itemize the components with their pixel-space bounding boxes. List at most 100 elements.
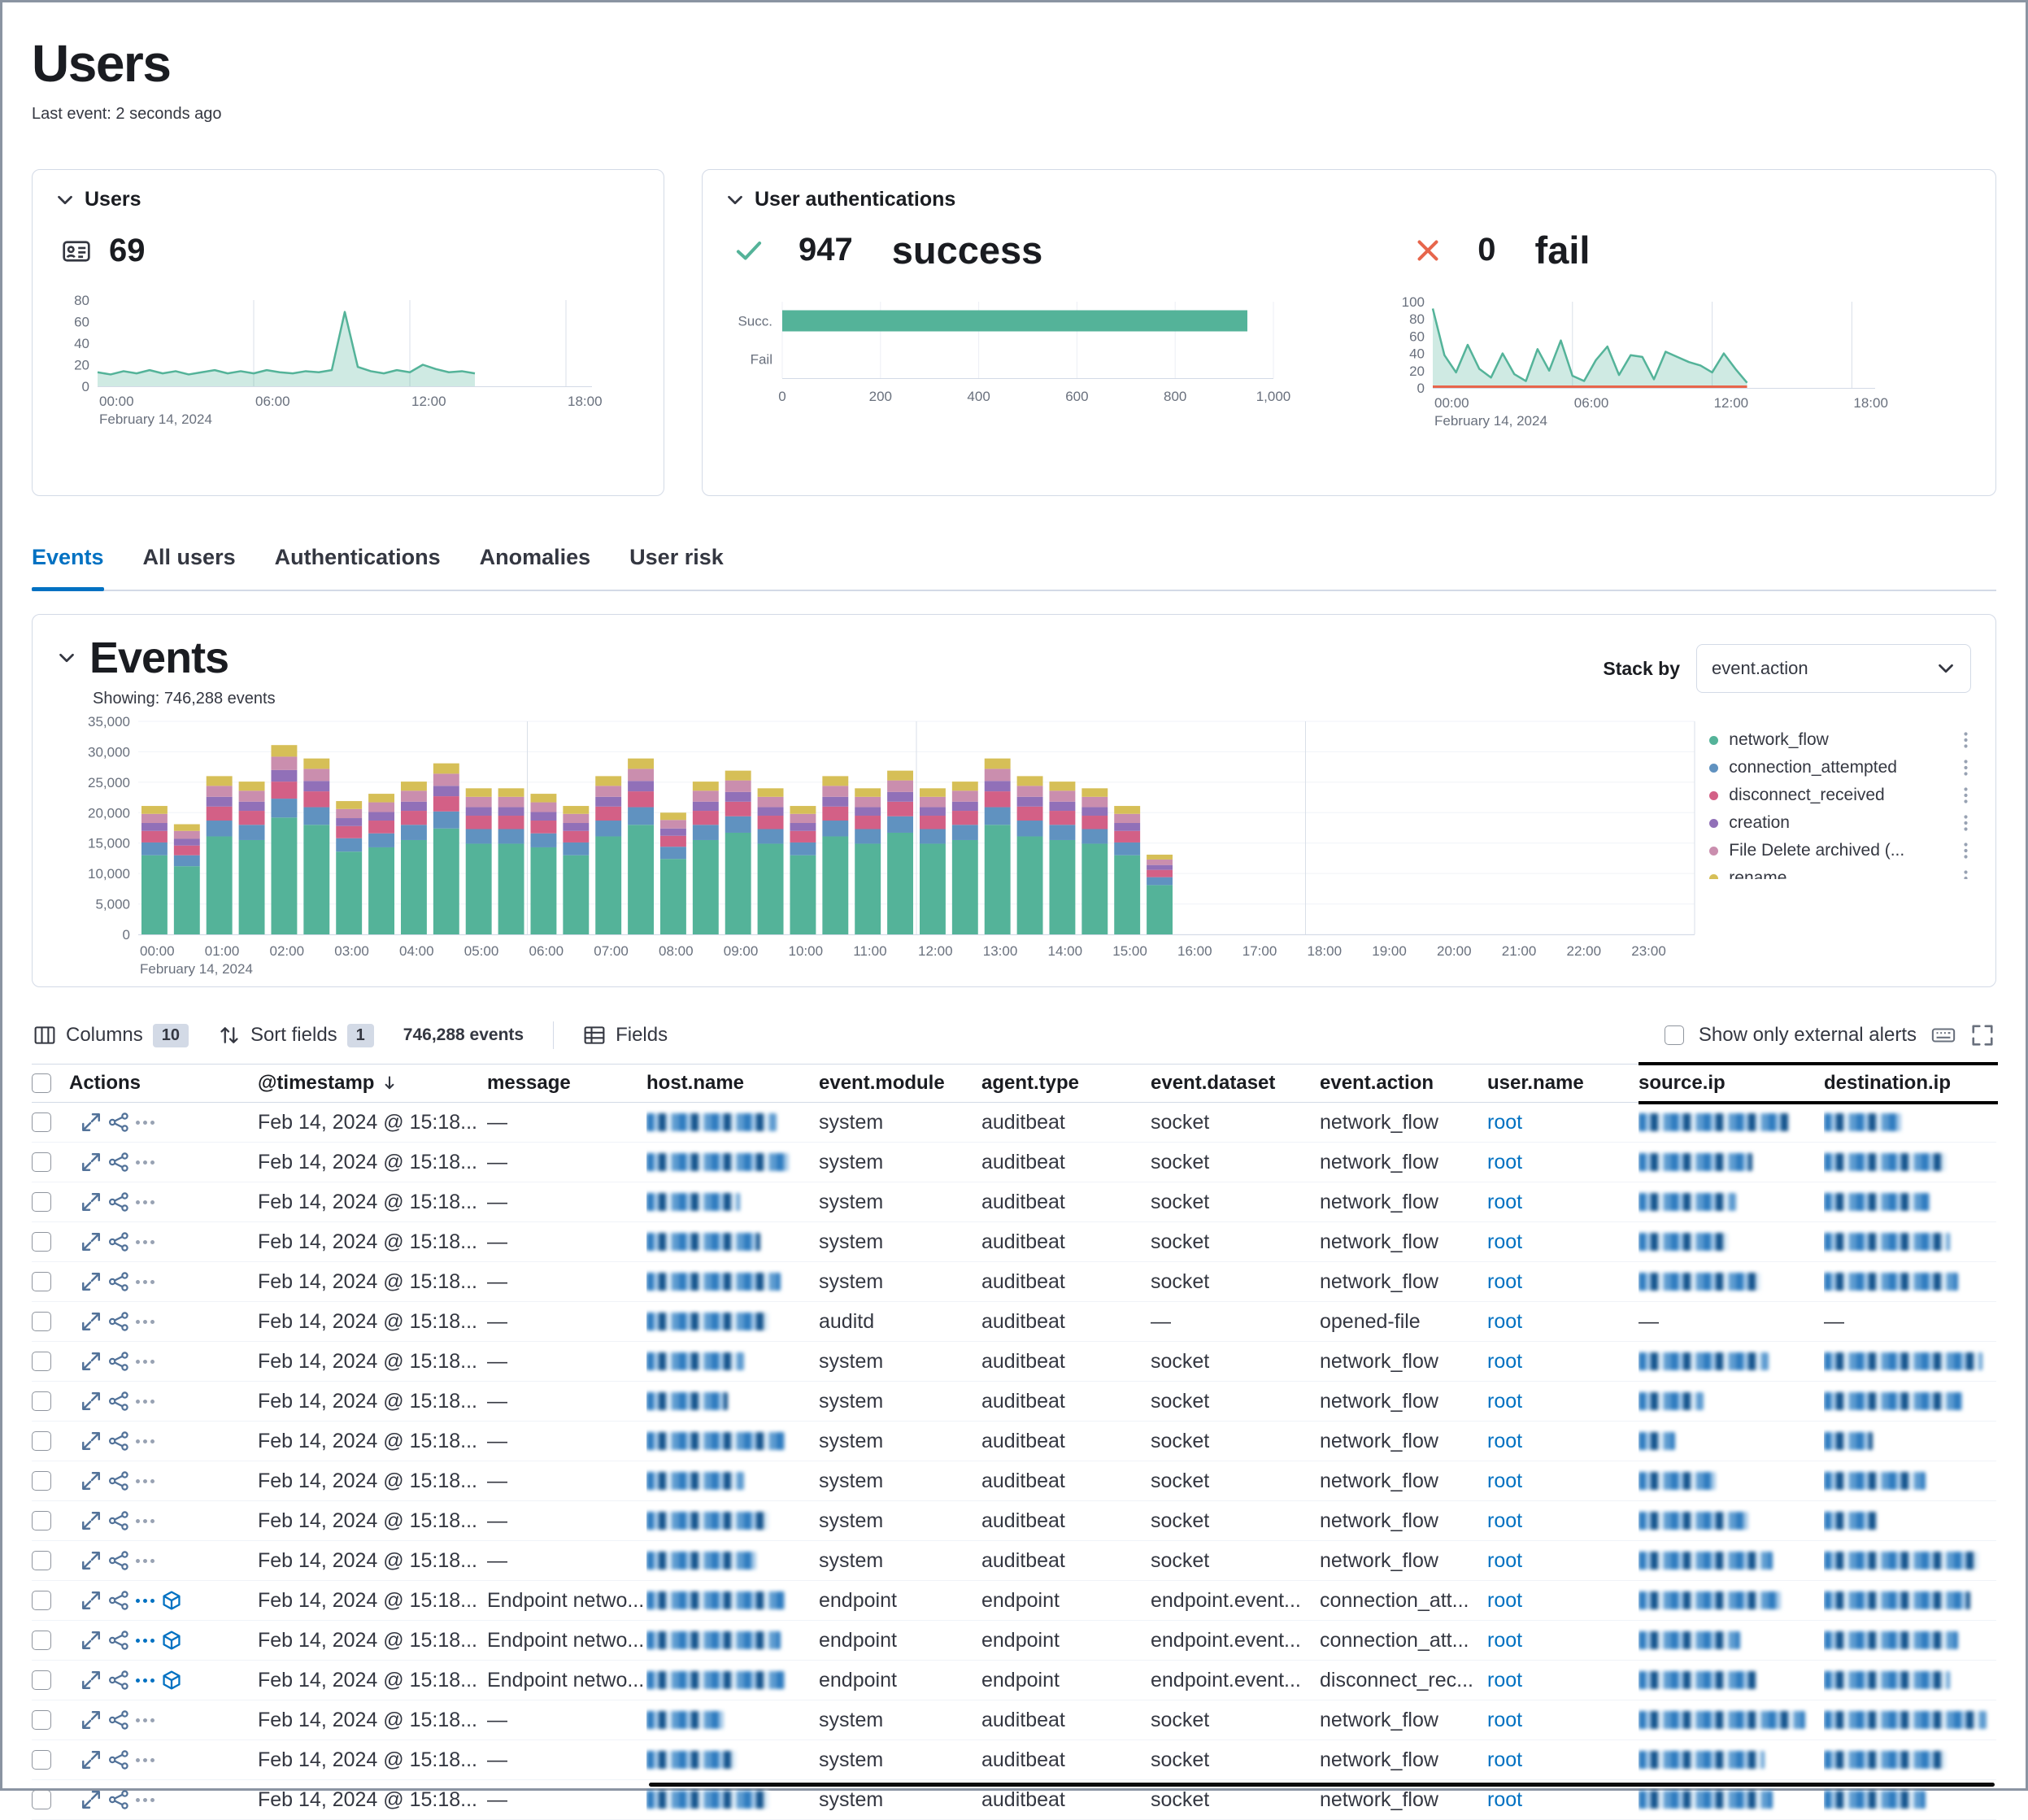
tab-events[interactable]: Events [32, 545, 104, 570]
row-checkbox[interactable] [32, 1591, 51, 1610]
analyze-event-icon[interactable] [108, 1470, 129, 1491]
row-checkbox[interactable] [32, 1670, 51, 1690]
analyze-event-icon[interactable] [108, 1709, 129, 1731]
row-checkbox[interactable] [32, 1790, 51, 1809]
tab-authentications[interactable]: Authentications [275, 545, 441, 570]
analyze-event-icon[interactable] [108, 1231, 129, 1252]
expand-event-icon[interactable] [81, 1311, 102, 1332]
more-actions-icon[interactable] [136, 1439, 154, 1443]
legend-item[interactable]: rename [1709, 864, 1971, 879]
tab-anomalies[interactable]: Anomalies [480, 545, 591, 570]
analyze-event-icon[interactable] [108, 1430, 129, 1452]
row-checkbox[interactable] [32, 1631, 51, 1650]
analyze-event-icon[interactable] [108, 1191, 129, 1213]
legend-item-menu-icon[interactable] [1961, 786, 1971, 805]
more-actions-icon[interactable] [136, 1678, 154, 1683]
more-actions-icon[interactable] [136, 1599, 154, 1603]
analyze-event-icon[interactable] [108, 1749, 129, 1770]
expand-event-icon[interactable] [81, 1271, 102, 1292]
analyze-event-icon[interactable] [108, 1391, 129, 1412]
row-checkbox[interactable] [32, 1232, 51, 1252]
row-checkbox[interactable] [32, 1391, 51, 1411]
analyze-event-icon[interactable] [108, 1271, 129, 1292]
user-name-link[interactable]: root [1487, 1270, 1522, 1294]
row-checkbox[interactable] [32, 1192, 51, 1212]
stack-by-select[interactable]: event.action [1696, 644, 1971, 693]
fullscreen-icon[interactable] [1970, 1023, 1995, 1047]
user-name-link[interactable]: root [1487, 1191, 1522, 1214]
legend-item[interactable]: connection_attempted [1709, 754, 1971, 782]
expand-event-icon[interactable] [81, 1749, 102, 1770]
header-agent-type[interactable]: agent.type [981, 1065, 1151, 1102]
user-name-link[interactable]: root [1487, 1589, 1522, 1613]
more-actions-icon[interactable] [136, 1400, 154, 1404]
analyze-event-icon[interactable] [108, 1590, 129, 1611]
external-alerts-checkbox[interactable] [1665, 1025, 1684, 1045]
more-actions-icon[interactable] [136, 1559, 154, 1563]
header-user-name[interactable]: user.name [1487, 1065, 1639, 1102]
more-actions-icon[interactable] [136, 1200, 154, 1204]
user-name-link[interactable]: root [1487, 1151, 1522, 1174]
more-actions-icon[interactable] [136, 1519, 154, 1523]
legend-item[interactable]: network_flow [1709, 726, 1971, 754]
expand-event-icon[interactable] [81, 1152, 102, 1173]
more-actions-icon[interactable] [136, 1758, 154, 1762]
row-checkbox[interactable] [32, 1152, 51, 1172]
legend-item[interactable]: File Delete archived (... [1709, 837, 1971, 864]
legend-item[interactable]: creation [1709, 809, 1971, 837]
horizontal-scrollbar[interactable] [649, 1783, 1995, 1787]
analyze-event-icon[interactable] [108, 1351, 129, 1372]
events-collapse-chevron-icon[interactable] [57, 648, 76, 668]
expand-event-icon[interactable] [81, 1709, 102, 1731]
analyze-event-icon[interactable] [108, 1670, 129, 1691]
user-name-link[interactable]: root [1487, 1629, 1522, 1652]
more-actions-icon[interactable] [136, 1718, 154, 1722]
user-name-link[interactable]: root [1487, 1111, 1522, 1134]
expand-event-icon[interactable] [81, 1670, 102, 1691]
keyboard-shortcuts-icon[interactable] [1931, 1023, 1956, 1047]
row-checkbox[interactable] [32, 1431, 51, 1451]
header-timestamp[interactable]: @timestamp [258, 1065, 487, 1102]
header-destination-ip[interactable]: destination.ip [1824, 1065, 1998, 1102]
fields-button[interactable]: Fields [583, 1024, 668, 1047]
expand-event-icon[interactable] [81, 1191, 102, 1213]
analyze-event-icon[interactable] [108, 1112, 129, 1133]
more-actions-icon[interactable] [136, 1240, 154, 1244]
row-checkbox[interactable] [32, 1551, 51, 1570]
analyze-event-icon[interactable] [108, 1311, 129, 1332]
more-actions-icon[interactable] [136, 1280, 154, 1284]
more-actions-icon[interactable] [136, 1360, 154, 1364]
expand-event-icon[interactable] [81, 1351, 102, 1372]
columns-button[interactable]: Columns 10 [33, 1024, 189, 1047]
row-checkbox[interactable] [32, 1352, 51, 1371]
expand-event-icon[interactable] [81, 1430, 102, 1452]
expand-event-icon[interactable] [81, 1510, 102, 1531]
row-checkbox[interactable] [32, 1471, 51, 1491]
header-event-action[interactable]: event.action [1320, 1065, 1487, 1102]
user-name-link[interactable]: root [1487, 1469, 1522, 1493]
expand-event-icon[interactable] [81, 1231, 102, 1252]
row-checkbox[interactable] [32, 1312, 51, 1331]
header-host-name[interactable]: host.name [646, 1065, 819, 1102]
expand-event-icon[interactable] [81, 1391, 102, 1412]
expand-event-icon[interactable] [81, 1789, 102, 1810]
legend-item-menu-icon[interactable] [1961, 758, 1971, 777]
more-actions-icon[interactable] [136, 1320, 154, 1324]
row-checkbox[interactable] [32, 1750, 51, 1770]
row-checkbox[interactable] [32, 1511, 51, 1530]
header-event-module[interactable]: event.module [819, 1065, 981, 1102]
expand-event-icon[interactable] [81, 1112, 102, 1133]
legend-item-menu-icon[interactable] [1961, 813, 1971, 833]
analyze-event-icon[interactable] [108, 1789, 129, 1810]
row-checkbox[interactable] [32, 1272, 51, 1291]
expand-event-icon[interactable] [81, 1590, 102, 1611]
user-name-link[interactable]: root [1487, 1509, 1522, 1533]
expand-event-icon[interactable] [81, 1550, 102, 1571]
user-name-link[interactable]: root [1487, 1669, 1522, 1692]
tab-user-risk[interactable]: User risk [629, 545, 724, 570]
legend-item-menu-icon[interactable] [1961, 869, 1971, 879]
legend-item-menu-icon[interactable] [1961, 730, 1971, 750]
more-actions-icon[interactable] [136, 1160, 154, 1165]
legend-item[interactable]: disconnect_received [1709, 782, 1971, 809]
row-checkbox[interactable] [32, 1710, 51, 1730]
